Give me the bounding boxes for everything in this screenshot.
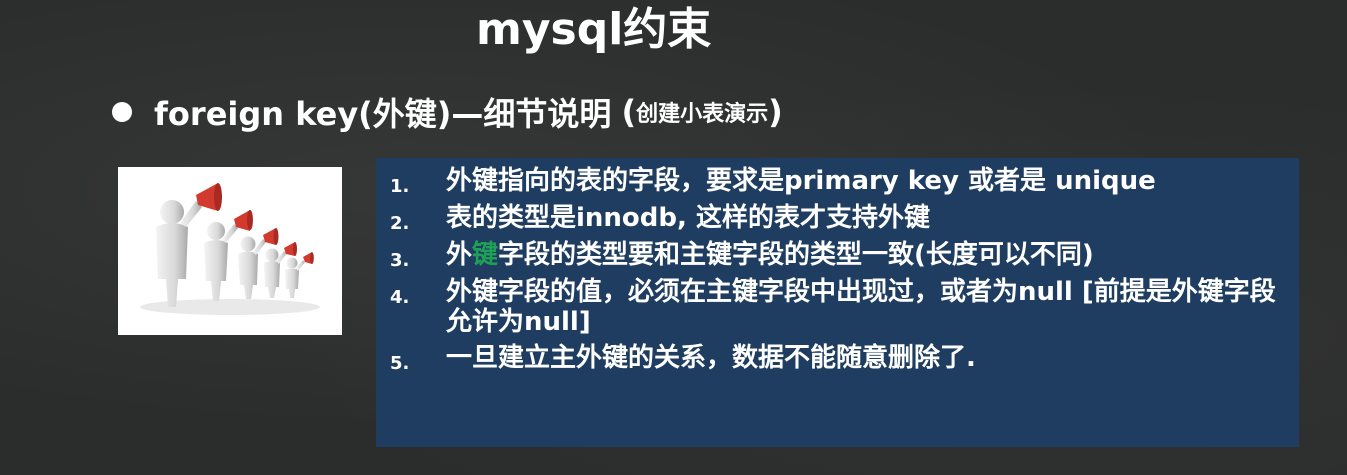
list-text: 外键字段的值，必须在主键字段中出现过，或者为null [前提是外键字段允许为nu… [446, 277, 1276, 337]
details-panel: 1. 外键指向的表的字段，要求是primary key 或者是 unique 2… [376, 158, 1299, 447]
list-text: 一旦建立主外键的关系，数据不能随意删除了. [446, 343, 976, 373]
subtitle-note: 创建小表演示 [636, 102, 769, 127]
slide-title: mysql约束 [476, 4, 712, 55]
list-text-part: 字段的类型要和主键字段的类型一致(长度可以不同) [498, 240, 1094, 270]
list-item: 1. 外键指向的表的字段，要求是primary key 或者是 unique [390, 166, 1281, 197]
subtitle-row: foreign key(外键)—细节说明 ( 创建小表演示 ) [112, 88, 783, 136]
list-text-part: 外 [446, 240, 473, 270]
list-item: 4. 外键字段的值，必须在主键字段中出现过，或者为null [前提是外键字段允许… [390, 277, 1281, 337]
megaphone-people-image [118, 167, 342, 335]
list-text: 外键指向的表的字段，要求是primary key 或者是 unique [446, 166, 1156, 196]
subtitle-paren-open: ( [621, 93, 637, 131]
list-text: 外键字段的类型要和主键字段的类型一致(长度可以不同) [446, 240, 1094, 270]
list-item: 2. 表的类型是innodb, 这样的表才支持外键 [390, 203, 1281, 234]
list-number: 5. [390, 353, 410, 374]
details-list: 1. 外键指向的表的字段，要求是primary key 或者是 unique 2… [390, 166, 1281, 374]
subtitle-main: foreign key(外键)—细节说明 [154, 95, 612, 133]
list-number: 1. [390, 176, 410, 197]
slide: mysql约束 foreign key(外键)—细节说明 ( 创建小表演示 ) [0, 0, 1347, 475]
list-number: 3. [390, 250, 410, 271]
list-text: 表的类型是innodb, 这样的表才支持外键 [446, 203, 930, 233]
subtitle-paren-close: ) [768, 93, 783, 131]
list-item: 3. 外键字段的类型要和主键字段的类型一致(长度可以不同) [390, 240, 1281, 271]
bullet-dot-icon [112, 102, 132, 122]
highlighted-glyph: 键 [472, 240, 499, 270]
megaphone-people-icon [140, 183, 320, 315]
list-number: 4. [390, 287, 410, 308]
list-number: 2. [390, 213, 410, 234]
list-item: 5. 一旦建立主外键的关系，数据不能随意删除了. [390, 343, 1281, 374]
